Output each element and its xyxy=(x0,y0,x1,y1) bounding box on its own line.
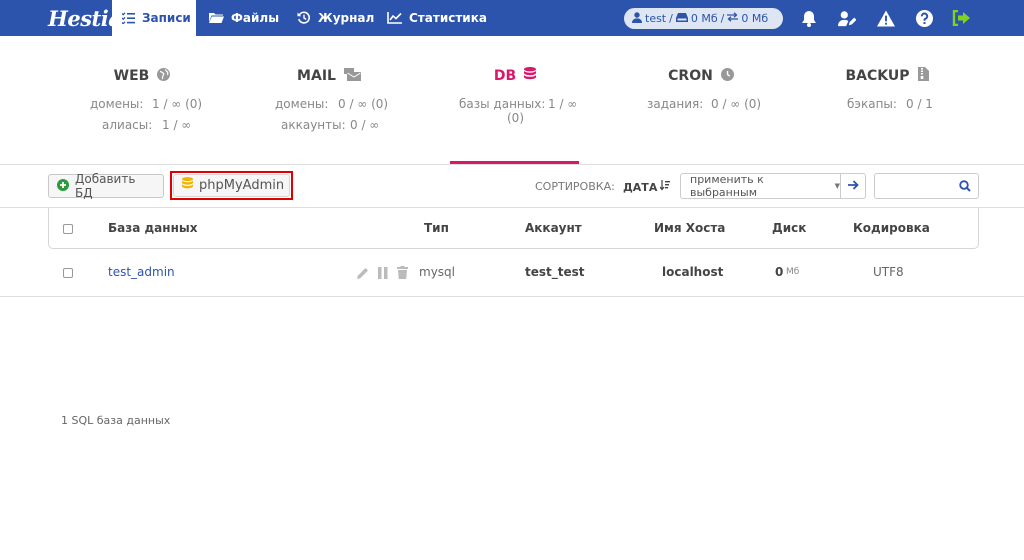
stat-web-domains-value: 1 / ∞ (0) xyxy=(152,97,203,111)
search-icon[interactable] xyxy=(959,180,971,195)
row-checkbox[interactable] xyxy=(63,268,73,278)
clock-icon xyxy=(720,67,734,85)
warning-icon[interactable] xyxy=(877,9,895,27)
stat-backup-label: бэкапы: xyxy=(847,97,897,111)
trash-icon[interactable] xyxy=(397,266,408,282)
arrow-right-icon xyxy=(847,179,859,193)
apply-button[interactable] xyxy=(841,174,865,198)
database-count-summary: 1 SQL база данных xyxy=(61,414,171,427)
search-box xyxy=(874,173,979,199)
divider xyxy=(0,164,1024,165)
bandwidth-usage: 0 Мб xyxy=(741,12,769,25)
add-database-label: Добавить БД xyxy=(75,172,136,200)
stat-web-title: WEB xyxy=(113,68,150,84)
tab-files-label: Файлы xyxy=(231,11,280,25)
stat-mail-domains-value: 0 / ∞ (0) xyxy=(338,97,389,111)
sort-label: СОРТИРОВКА: xyxy=(535,180,615,193)
column-header-account[interactable]: Аккаунт xyxy=(525,221,582,235)
stat-backup-title: BACKUP xyxy=(845,68,910,84)
bell-icon[interactable] xyxy=(800,9,818,27)
sort-selector[interactable]: ДАТА xyxy=(623,180,671,194)
tab-records[interactable]: Записи xyxy=(112,0,196,36)
stat-mail[interactable]: MAIL xyxy=(264,67,394,85)
tab-statistics[interactable]: Статистика xyxy=(377,0,497,36)
pencil-icon[interactable] xyxy=(357,267,369,282)
database-name-link[interactable]: test_admin xyxy=(108,265,175,279)
disk-usage: 0 Мб xyxy=(690,12,718,25)
top-navbar: Hestia Записи Файлы Журнал Статистика te… xyxy=(0,0,1024,36)
tab-records-label: Записи xyxy=(142,11,191,25)
stat-cron[interactable]: CRON xyxy=(636,67,766,85)
file-archive-icon xyxy=(917,67,929,85)
separator: / xyxy=(669,12,673,25)
mail-bulk-icon xyxy=(343,67,361,85)
caret-down-icon: ▼ xyxy=(834,182,840,190)
hard-drive-icon xyxy=(675,12,688,25)
exchange-icon xyxy=(727,12,739,25)
sort-desc-icon xyxy=(659,180,671,194)
database-encoding: UTF8 xyxy=(873,265,904,279)
divider xyxy=(0,296,1024,297)
stat-web-domains-label: домены: xyxy=(90,97,144,111)
stat-mail-title: MAIL xyxy=(297,68,336,84)
database-account: test_test xyxy=(525,265,585,279)
history-icon xyxy=(297,11,311,25)
chart-line-icon xyxy=(387,12,402,24)
stat-mail-accounts-value: 0 / ∞ xyxy=(350,118,380,132)
database-icon xyxy=(182,177,193,194)
stat-cron-title: CRON xyxy=(668,68,713,84)
database-type: mysql xyxy=(419,265,455,279)
help-icon[interactable] xyxy=(915,9,933,27)
logout-icon[interactable] xyxy=(952,9,970,27)
phpmyadmin-label: phpMyAdmin xyxy=(199,178,285,193)
column-header-disk[interactable]: Диск xyxy=(772,221,806,235)
database-icon xyxy=(524,67,537,85)
stat-db-title: DB xyxy=(493,68,517,84)
stat-cron-jobs-label: задания: xyxy=(647,97,704,111)
select-all-checkbox[interactable] xyxy=(63,224,73,234)
globe-icon xyxy=(157,67,171,85)
tab-statistics-label: Статистика xyxy=(409,11,487,25)
column-header-database[interactable]: База данных xyxy=(108,221,197,235)
search-input[interactable] xyxy=(875,174,953,198)
hestia-logo[interactable]: Hestia xyxy=(48,4,122,32)
stat-web[interactable]: WEB xyxy=(77,67,207,85)
column-header-type[interactable]: Тип xyxy=(424,221,449,235)
database-disk: 0 xyxy=(775,265,784,279)
stat-backup-value: 0 / 1 xyxy=(906,97,933,111)
tab-log-label: Журнал xyxy=(318,11,375,25)
pause-icon[interactable] xyxy=(378,267,388,282)
user-name: test xyxy=(645,12,667,25)
stat-db-count-label: базы данных: xyxy=(459,97,546,111)
database-host: localhost xyxy=(662,265,724,279)
separator: / xyxy=(720,12,725,25)
list-check-icon xyxy=(122,12,135,24)
folder-icon xyxy=(209,12,224,24)
bulk-action-group: применить к выбранным ▼ xyxy=(680,173,866,199)
stat-web-aliases-value: 1 / ∞ xyxy=(162,118,192,132)
stat-cron-jobs-value: 0 / ∞ (0) xyxy=(711,97,762,111)
stat-mail-accounts-label: аккаунты: xyxy=(281,118,346,132)
column-header-host[interactable]: Имя Хоста xyxy=(654,221,725,235)
stat-db-count-value: 1 / ∞ xyxy=(548,97,578,111)
tab-files[interactable]: Файлы xyxy=(199,0,289,36)
stat-web-aliases-label: алиасы: xyxy=(102,118,153,132)
bulk-action-select[interactable]: применить к выбранным ▼ xyxy=(681,173,841,199)
phpmyadmin-button[interactable]: phpMyAdmin xyxy=(173,174,290,197)
column-header-encoding[interactable]: Кодировка xyxy=(853,221,930,235)
bulk-action-label: применить к выбранным xyxy=(690,173,764,199)
database-disk-unit: Мб xyxy=(786,267,800,277)
plus-circle-icon xyxy=(57,178,69,194)
stat-mail-domains-label: домены: xyxy=(275,97,329,111)
sort-value: ДАТА xyxy=(623,180,658,194)
stat-db[interactable]: DB xyxy=(450,67,580,85)
user-edit-icon[interactable] xyxy=(838,9,856,27)
stat-backup[interactable]: BACKUP xyxy=(822,67,952,85)
user-icon xyxy=(632,11,642,26)
user-summary[interactable]: test / 0 Мб / 0 Мб xyxy=(624,8,783,29)
stat-db-count-suspended: (0) xyxy=(507,111,524,125)
tab-log[interactable]: Журнал xyxy=(287,0,384,36)
add-database-button[interactable]: Добавить БД xyxy=(48,172,164,200)
